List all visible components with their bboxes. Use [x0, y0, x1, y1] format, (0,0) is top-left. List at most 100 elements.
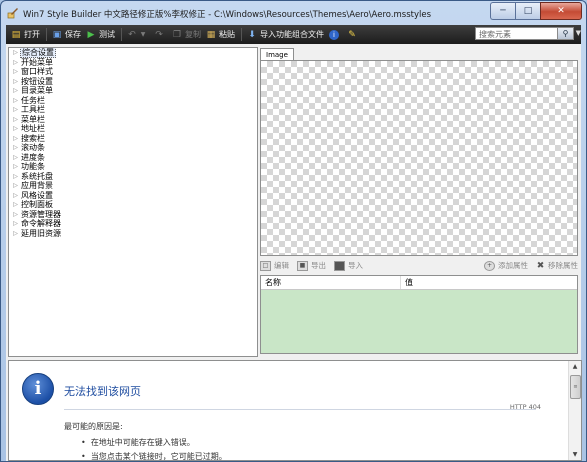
folder-open-icon: ▤ [11, 29, 21, 40]
tree-item[interactable]: ▷ 进度条 [9, 153, 257, 163]
tree-item[interactable]: ▷ 控制面板 [9, 200, 257, 210]
open-button[interactable]: ▤ 打开 [11, 29, 40, 40]
tree-item[interactable]: ▷ 命令解释器 [9, 219, 257, 229]
undo-button[interactable]: ↶ ▼ [127, 30, 149, 40]
tree-item[interactable]: ▷ 搜索栏 [9, 134, 257, 144]
tree-item-label: 搜索栏 [21, 133, 45, 143]
tree-item[interactable]: ▷ 按钮设置 [9, 77, 257, 87]
search-dropdown-icon[interactable]: ▼ [576, 29, 581, 37]
search-button[interactable]: ⚲ [557, 27, 574, 40]
expand-arrow-icon[interactable]: ▷ [11, 67, 20, 76]
style-button[interactable]: ✎ [347, 30, 360, 40]
remove-attribute-button[interactable]: ✖ 移除属性 [536, 260, 578, 271]
import-button[interactable]: ▲ 导入 [334, 260, 363, 271]
maximize-button[interactable]: □ [515, 2, 540, 20]
expand-arrow-icon[interactable]: ▷ [11, 229, 20, 238]
tree-item-label: 工具栏 [21, 105, 45, 115]
tree-item-label: 目录菜单 [21, 86, 53, 96]
scroll-up-arrow-icon[interactable]: ▲ [569, 361, 581, 372]
tree-item[interactable]: ▷ 系统托盘 [9, 172, 257, 182]
expand-arrow-icon[interactable]: ▷ [11, 162, 20, 171]
property-table-header: 名称 值 [261, 276, 577, 290]
tree-item[interactable]: ▷ 目录菜单 [9, 86, 257, 96]
import-label: 导入 [348, 261, 363, 270]
cause-bullet: • 在地址中可能存在键入错误。 [81, 438, 195, 447]
tree-item[interactable]: ▷ 地址栏 [9, 124, 257, 134]
expand-arrow-icon[interactable]: ▷ [11, 191, 20, 200]
tree-item[interactable]: ▷ 风格设置 [9, 191, 257, 201]
tree-item[interactable]: ▷ 综合设置 [9, 48, 257, 59]
redo-button[interactable]: ↷ [154, 30, 167, 40]
expand-arrow-icon[interactable]: ▷ [11, 58, 20, 67]
tree-item-label: 命令解释器 [21, 219, 61, 229]
expand-arrow-icon[interactable]: ▷ [11, 105, 20, 114]
expand-arrow-icon[interactable]: ▷ [11, 143, 20, 152]
minimize-button[interactable]: ─ [490, 2, 515, 20]
paste-button[interactable]: ▦ 粘贴 [206, 29, 235, 40]
expand-arrow-icon[interactable]: ▷ [11, 96, 20, 105]
expand-arrow-icon[interactable]: ▷ [11, 200, 20, 209]
content-area: ▷ 综合设置 ▷ 开始菜单 ▷ 窗口样式 ▷ 按钮设置 ▷ 目录菜单 ▷ 任务栏 ▷ 工具栏 ▷ 菜单栏 ▷ 地址… [6, 44, 582, 461]
expand-arrow-icon[interactable]: ▷ [11, 115, 20, 124]
expand-arrow-icon[interactable]: ▷ [11, 172, 20, 181]
expand-arrow-icon[interactable]: ▷ [11, 124, 20, 133]
tree-item[interactable]: ▷ 资源管理器 [9, 210, 257, 220]
expand-arrow-icon[interactable]: ▷ [11, 48, 20, 57]
remove-attribute-label: 移除属性 [548, 261, 578, 270]
tree-item[interactable]: ▷ 开始菜单 [9, 58, 257, 68]
export-icon: ■ [297, 260, 308, 271]
tree-item[interactable]: ▷ 窗口样式 [9, 67, 257, 77]
tree-item[interactable]: ▷ 功能条 [9, 162, 257, 172]
tree-item-label: 任务栏 [21, 95, 45, 105]
column-name-header[interactable]: 名称 [261, 276, 401, 289]
expand-arrow-icon[interactable]: ▷ [11, 181, 20, 190]
column-value-header[interactable]: 值 [401, 276, 413, 289]
export-button[interactable]: ■ 导出 [297, 260, 326, 271]
expand-arrow-icon[interactable]: ▷ [11, 77, 20, 86]
paintbrush-app-icon [7, 8, 18, 19]
import-combined-button[interactable]: ⬇ 导入功能组合文件 [247, 29, 324, 40]
close-button[interactable]: ✕ [540, 2, 582, 20]
tree-item-label: 进度条 [21, 152, 45, 162]
scrollbar-thumb[interactable]: ≡ [570, 375, 581, 399]
add-attribute-label: 添加属性 [498, 261, 528, 270]
toolbar-separator [241, 28, 242, 41]
causes-heading: 最可能的原因是: [64, 422, 123, 431]
tree-item[interactable]: ▷ 任务栏 [9, 96, 257, 106]
add-attribute-button[interactable]: + 添加属性 [484, 260, 528, 271]
property-table[interactable]: 名称 值 [260, 275, 578, 354]
expand-arrow-icon[interactable]: ▷ [11, 153, 20, 162]
import-combined-label: 导入功能组合文件 [260, 30, 324, 39]
main-window: Win7 Style Builder 中文路径修正版%李权修正 - C:\Win… [0, 0, 587, 462]
expand-arrow-icon[interactable]: ▷ [11, 86, 20, 95]
info-circle-icon: i [22, 373, 54, 405]
copy-button[interactable]: ❐ 复制 [172, 29, 201, 40]
expand-arrow-icon[interactable]: ▷ [11, 219, 20, 228]
caption-buttons: ─ □ ✕ [490, 2, 582, 20]
divider [64, 409, 536, 410]
tree-item[interactable]: ▷ 工具栏 [9, 105, 257, 115]
import-icon: ⬇ [248, 29, 256, 40]
redo-icon: ↷ [155, 29, 163, 40]
expand-arrow-icon[interactable]: ▷ [11, 134, 20, 143]
search-input[interactable]: 搜索元素 [475, 27, 562, 40]
element-tree[interactable]: ▷ 综合设置 ▷ 开始菜单 ▷ 窗口样式 ▷ 按钮设置 ▷ 目录菜单 ▷ 任务栏 ▷ 工具栏 ▷ 菜单栏 ▷ 地址… [8, 47, 258, 357]
tree-item-label: 按钮设置 [21, 76, 53, 86]
about-button[interactable]: i [329, 29, 342, 40]
window-title: Win7 Style Builder 中文路径修正版%李权修正 - C:\Win… [23, 10, 432, 20]
edit-button[interactable]: □ 编辑 [260, 260, 289, 271]
vertical-scrollbar[interactable]: ▲ ≡ ▼ [568, 361, 581, 460]
tree-item[interactable]: ▷ 应用背景 [9, 181, 257, 191]
title-bar[interactable]: Win7 Style Builder 中文路径修正版%李权修正 - C:\Win… [1, 1, 586, 25]
test-button[interactable]: ▶ 测试 [86, 29, 115, 40]
search-icon: ⚲ [562, 29, 569, 38]
save-button[interactable]: ▣ 保存 [52, 29, 81, 40]
tree-item[interactable]: ▷ 滚动条 [9, 143, 257, 153]
scroll-down-arrow-icon[interactable]: ▼ [569, 449, 581, 460]
image-toolbar: □ 编辑 ■ 导出 ▲ 导入 + 添加属性 ✖ 移除属性 [260, 259, 578, 272]
tree-item[interactable]: ▷ 延用旧资源 [9, 229, 257, 239]
tree-item[interactable]: ▷ 菜单栏 [9, 115, 257, 125]
expand-arrow-icon[interactable]: ▷ [11, 210, 20, 219]
dropdown-arrow-icon: ▼ [140, 30, 146, 38]
import-image-icon: ▲ [334, 260, 345, 271]
